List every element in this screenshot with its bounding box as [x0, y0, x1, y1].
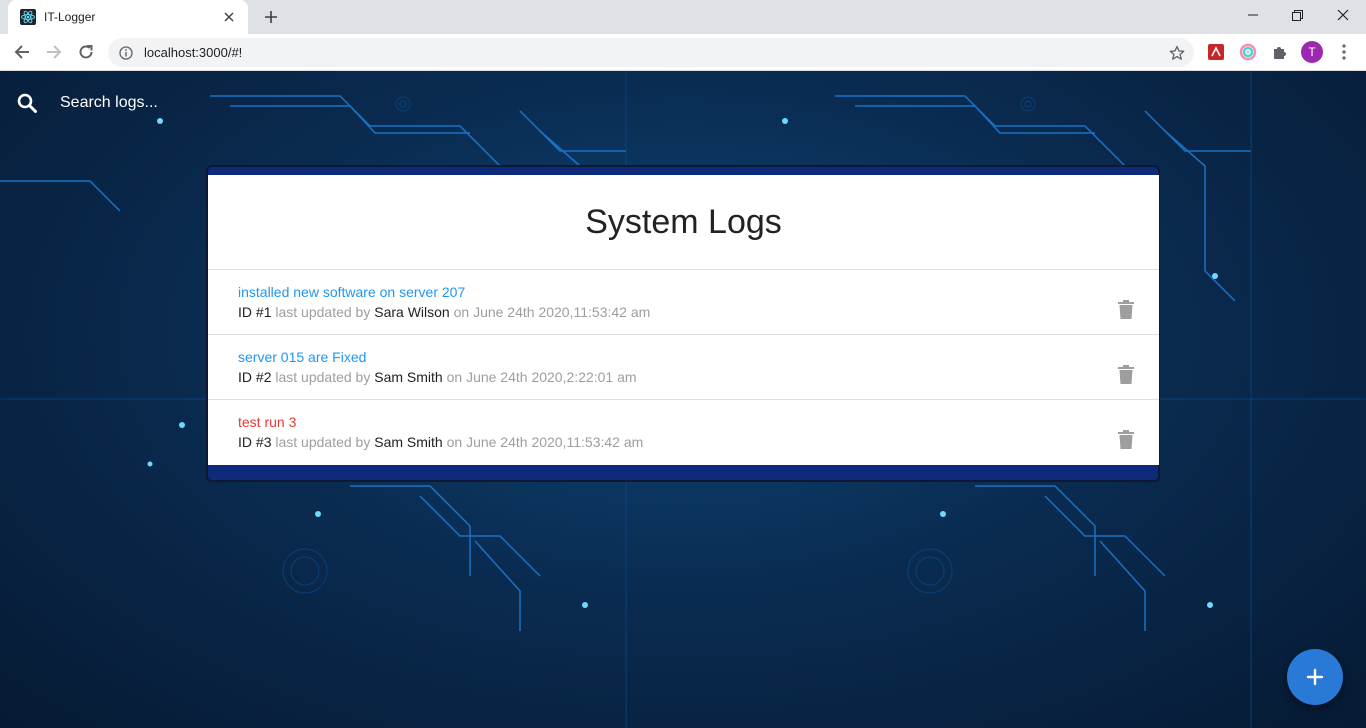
page-title: System Logs	[208, 175, 1159, 270]
browser-tab[interactable]: IT-Logger	[8, 0, 248, 34]
new-tab-icon[interactable]	[259, 5, 283, 29]
browser-tab-bar: IT-Logger	[0, 0, 1366, 34]
log-on-label: on	[453, 304, 470, 320]
react-favicon-icon	[20, 9, 36, 25]
log-on-label: on	[446, 434, 463, 450]
log-meta: ID #1 last updated by Sara Wilson on Jun…	[238, 301, 1129, 323]
log-item: installed new software on server 207 ID …	[208, 270, 1159, 335]
browser-toolbar: localhost:3000/#! T	[0, 34, 1366, 71]
address-bar[interactable]: localhost:3000/#!	[108, 38, 1194, 67]
log-date: June 24th 2020,11:53:42 am	[473, 304, 651, 320]
browser-menu-icon[interactable]	[1333, 41, 1355, 63]
add-icon	[1306, 668, 1324, 686]
log-id: 1	[263, 304, 272, 320]
system-logs-panel: System Logs installed new software on se…	[208, 175, 1159, 465]
log-id: 2	[263, 369, 272, 385]
log-meta: ID #2 last updated by Sam Smith on June …	[238, 366, 1129, 388]
delete-icon[interactable]	[1117, 364, 1135, 384]
extension-colorful-icon[interactable]	[1237, 41, 1259, 63]
log-tech: Sam Smith	[374, 434, 443, 450]
delete-icon[interactable]	[1117, 299, 1135, 319]
extensions-puzzle-icon[interactable]	[1269, 41, 1291, 63]
log-date: June 24th 2020,11:53:42 am	[466, 434, 644, 450]
log-date: June 24th 2020,2:22:01 am	[466, 369, 637, 385]
minimize-icon[interactable]	[1230, 0, 1276, 30]
forward-arrow-icon[interactable]	[41, 39, 67, 65]
log-id-prefix: ID #	[238, 434, 264, 450]
log-updated-label: last updated by	[275, 434, 371, 450]
log-tech: Sara Wilson	[374, 304, 450, 320]
back-arrow-icon[interactable]	[9, 39, 35, 65]
log-item: test run 3 ID #3 last updated by Sam Smi…	[208, 400, 1159, 465]
log-message-link[interactable]: installed new software on server 207	[238, 283, 1129, 301]
log-updated-label: last updated by	[275, 304, 371, 320]
reload-icon[interactable]	[73, 39, 99, 65]
profile-initial: T	[1301, 41, 1323, 63]
search-input[interactable]	[60, 94, 460, 112]
log-message-link[interactable]: test run 3	[238, 413, 1129, 431]
restore-icon[interactable]	[1274, 0, 1320, 30]
log-id-prefix: ID #	[238, 304, 264, 320]
log-message-link[interactable]: server 015 are Fixed	[238, 348, 1129, 366]
extension-red-icon[interactable]	[1205, 41, 1227, 63]
search-bar	[0, 71, 1366, 135]
log-item: server 015 are Fixed ID #2 last updated …	[208, 335, 1159, 400]
log-id: 3	[263, 434, 272, 450]
site-info-icon[interactable]	[118, 45, 134, 61]
search-icon[interactable]	[16, 92, 38, 114]
tab-title: IT-Logger	[44, 10, 96, 24]
profile-avatar[interactable]: T	[1301, 41, 1323, 63]
add-log-button[interactable]	[1287, 649, 1343, 705]
log-meta: ID #3 last updated by Sam Smith on June …	[238, 431, 1129, 453]
app-viewport: System Logs installed new software on se…	[0, 71, 1366, 728]
log-tech: Sam Smith	[374, 369, 443, 385]
tab-close-icon[interactable]	[220, 8, 238, 26]
delete-icon[interactable]	[1117, 429, 1135, 449]
address-url: localhost:3000/#!	[144, 45, 243, 60]
bookmark-star-icon[interactable]	[1168, 44, 1186, 62]
log-updated-label: last updated by	[275, 369, 371, 385]
log-on-label: on	[446, 369, 463, 385]
log-id-prefix: ID #	[238, 369, 264, 385]
window-close-icon[interactable]	[1320, 0, 1366, 30]
